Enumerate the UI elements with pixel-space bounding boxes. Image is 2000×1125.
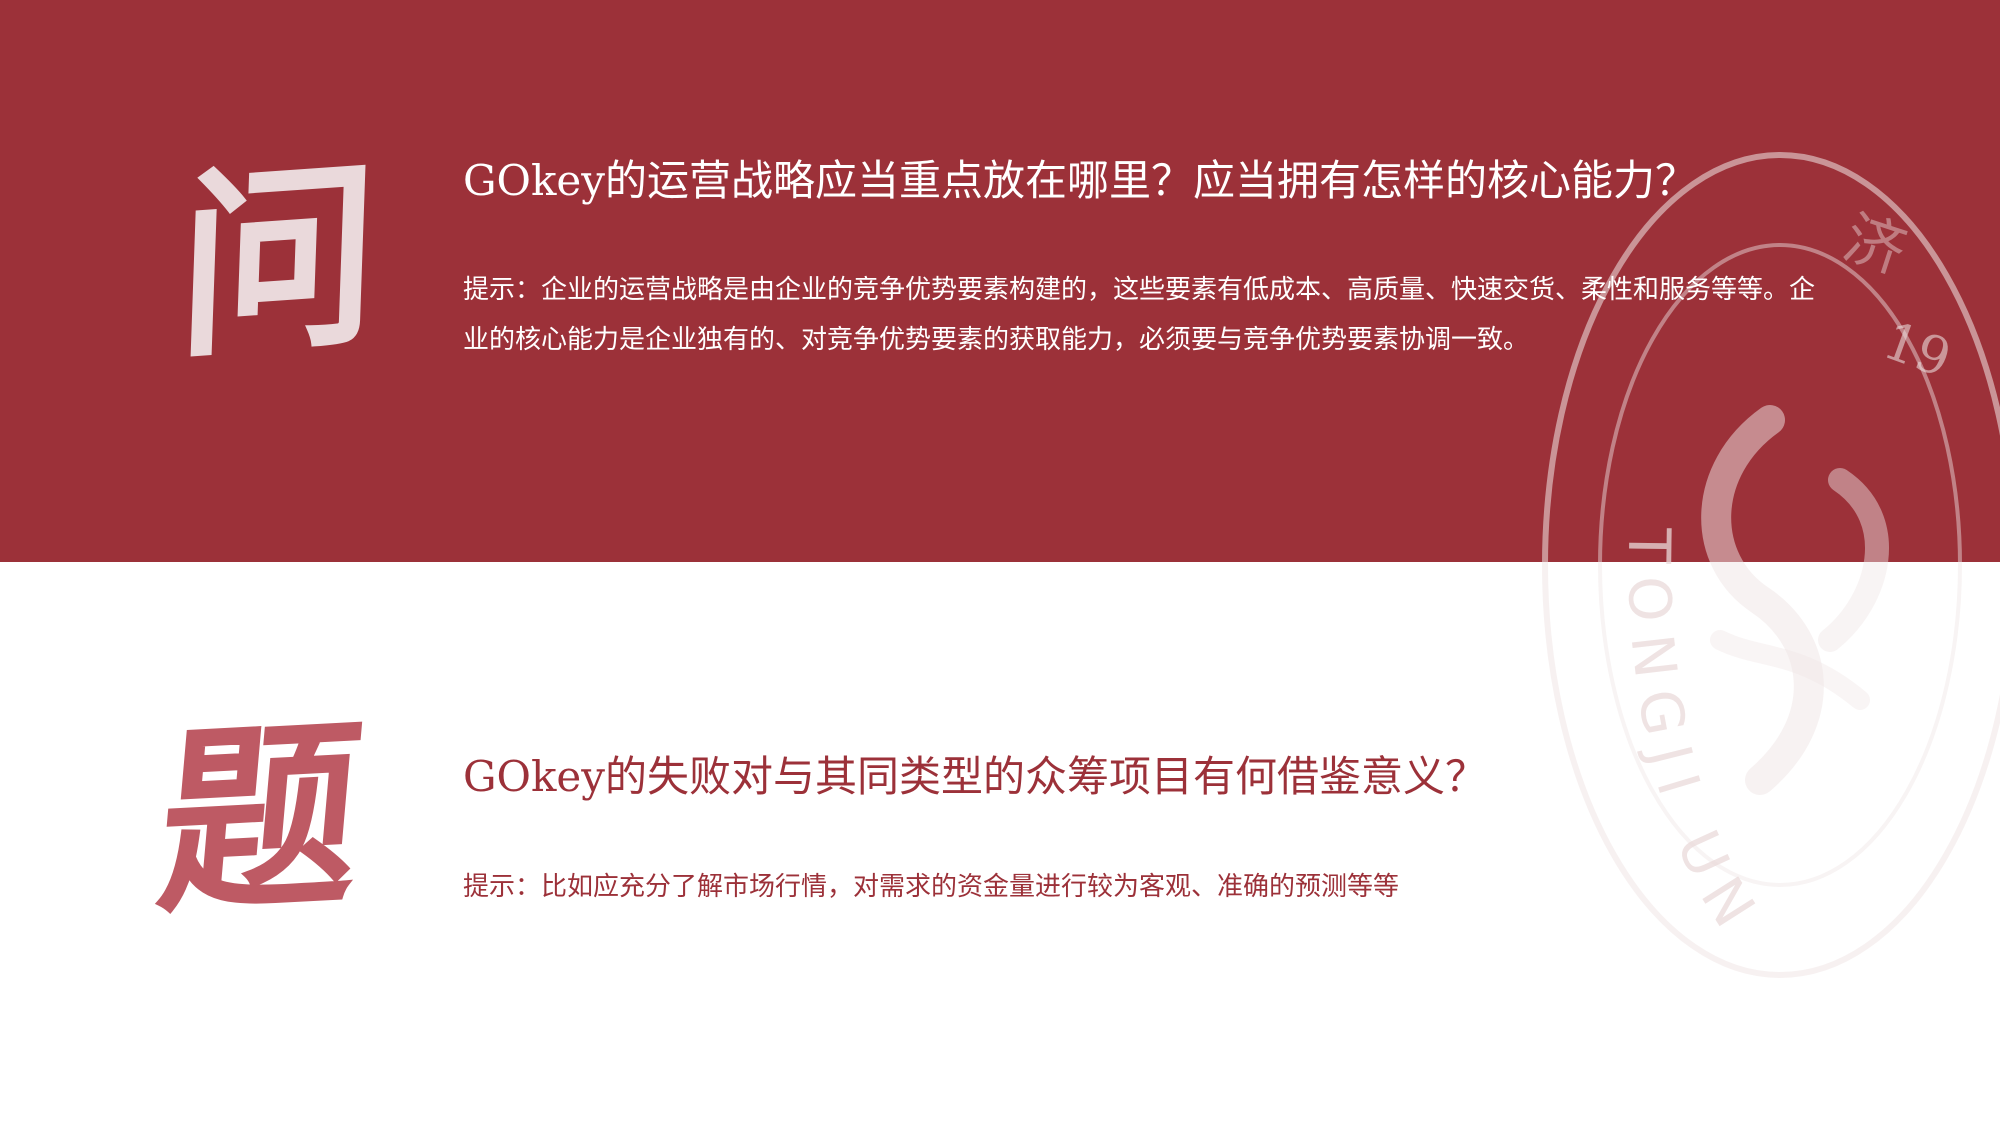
question-2-hint: 提示：比如应充分了解市场行情，对需求的资金量进行较为客观、准确的预测等等 xyxy=(463,872,1400,902)
calligraphy-ti: 题 xyxy=(149,696,371,943)
question-2-title: GOkey的失败对与其同类型的众筹项目有何借鉴意义？ xyxy=(463,752,1488,801)
question-1-hint: 提示：企业的运营战略是由企业的竞争优势要素构建的，这些要素有低成本、高质量、快速… xyxy=(463,275,1816,355)
calligraphy-wen: 问 xyxy=(174,136,382,387)
slide: TONGJI UN 19 济 问 题 GOkey的运营战略应当重点放在哪里？应当… xyxy=(0,0,2000,1125)
question-1-title: GOkey的运营战略应当重点放在哪里？应当拥有怎样的核心能力？ xyxy=(463,156,1698,205)
